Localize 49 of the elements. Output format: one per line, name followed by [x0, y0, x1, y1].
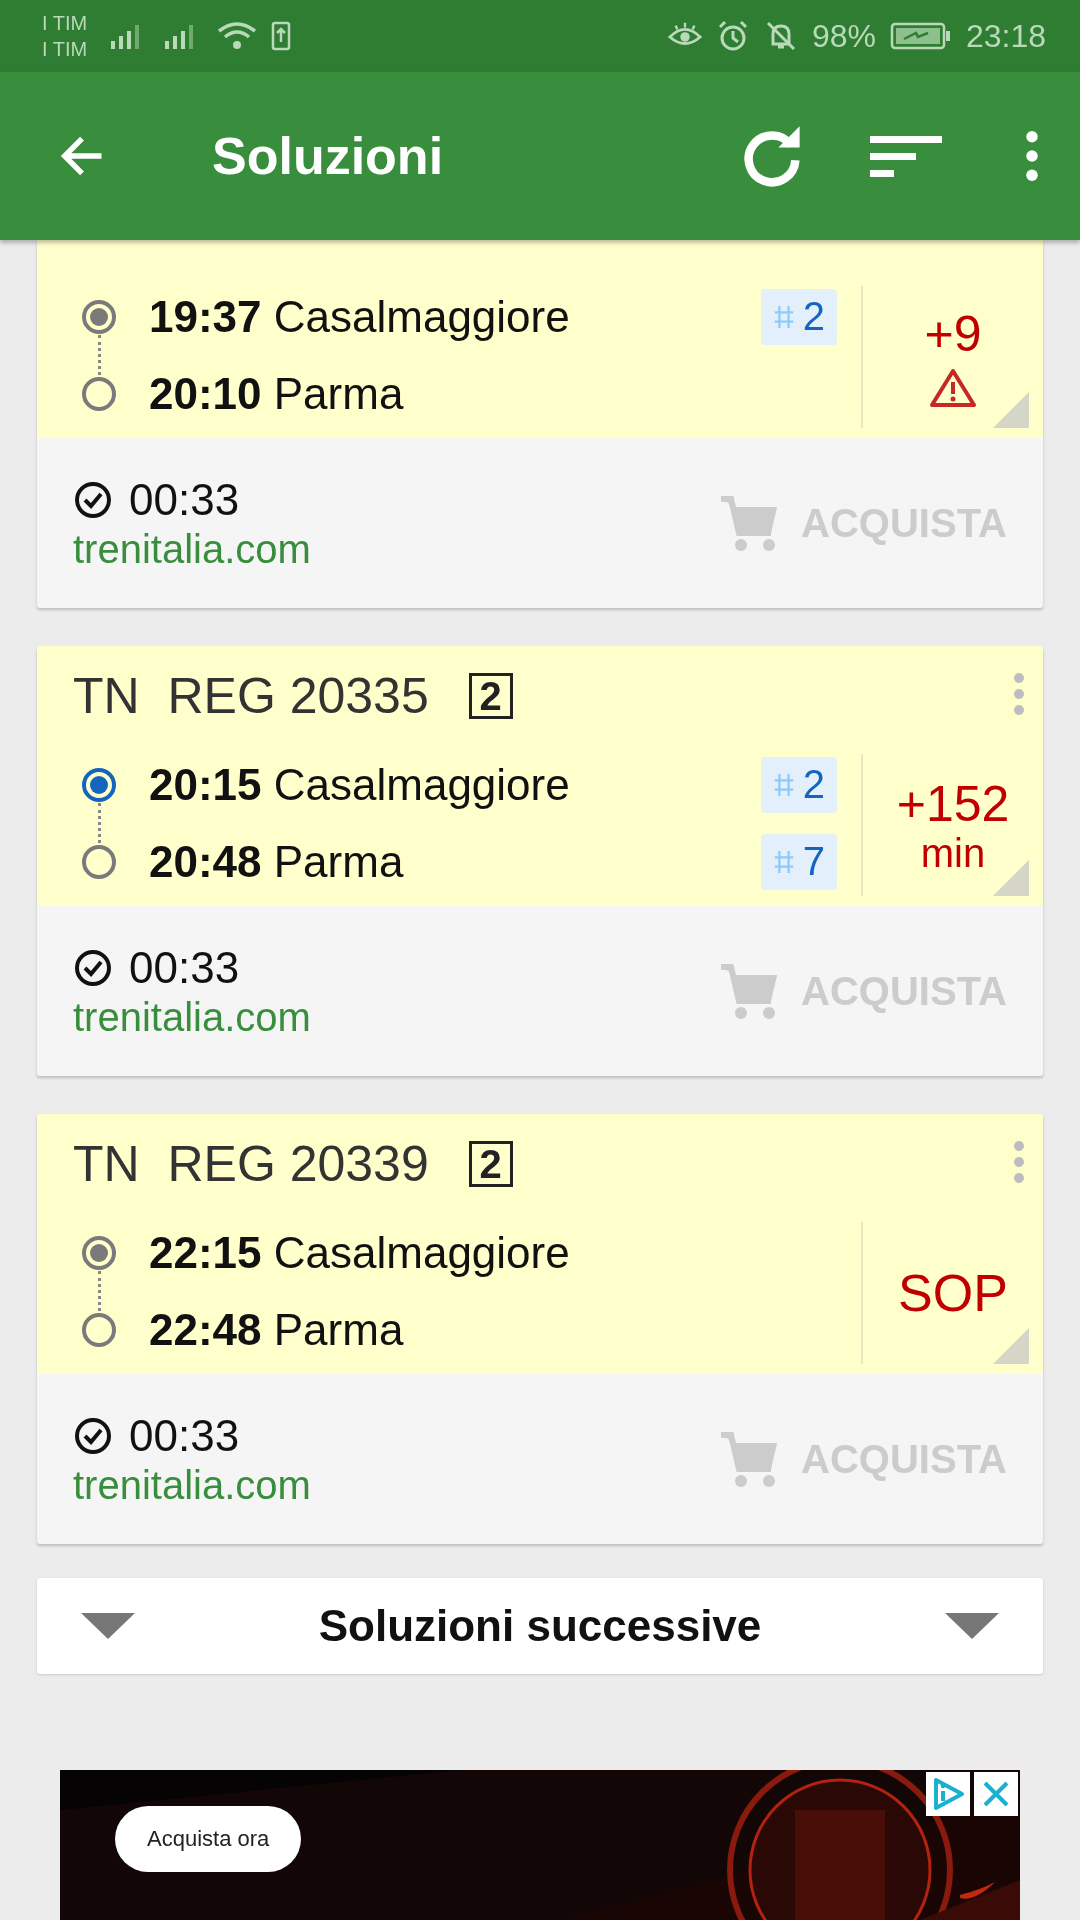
route-line: [98, 334, 101, 375]
more-options-icon[interactable]: [1024, 131, 1040, 181]
carrier-name: I TIM: [42, 37, 88, 62]
delay-value: +9: [924, 306, 982, 362]
class-badge: 2: [468, 1141, 513, 1187]
stop-time-station: 20:15 Casalmaggiore: [149, 759, 571, 810]
next-solutions-button[interactable]: Soluzioni successive: [37, 1578, 1043, 1674]
route-line: [98, 802, 101, 843]
provider-link[interactable]: trenitalia.com: [73, 994, 720, 1040]
train-number: TN REG 20339: [73, 1135, 429, 1193]
platform-number: 2: [802, 294, 825, 339]
stop-time-station: 20:48 Parma: [149, 836, 405, 887]
phone-upload-icon: [271, 20, 292, 52]
platform-number: 2: [802, 762, 825, 807]
warning-icon: [929, 368, 977, 408]
screen-title: Soluzioni: [212, 126, 445, 186]
close-icon[interactable]: [974, 1772, 1018, 1816]
provider-link[interactable]: trenitalia.com: [73, 526, 720, 572]
provider-link[interactable]: trenitalia.com: [73, 1462, 720, 1508]
clock-time: 23:18: [965, 17, 1046, 55]
shop-now-button[interactable]: Acquista ora: [115, 1806, 302, 1872]
caret-down-icon: [81, 1613, 135, 1639]
ad-info-icon[interactable]: [926, 1772, 970, 1816]
caret-down-icon: [945, 1613, 999, 1639]
delay-unit: min: [920, 832, 986, 874]
wifi-icon: [217, 21, 258, 51]
stop-time-station: 19:37 Casalmaggiore: [149, 291, 571, 342]
corner-triangle-icon: [993, 1328, 1029, 1364]
stop-time-station: 20:10 Parma: [149, 368, 405, 419]
corner-triangle-icon: [993, 392, 1029, 428]
travel-duration: 00:33: [129, 942, 240, 993]
platform-number: 7: [802, 839, 825, 884]
class-badge: 2: [468, 673, 513, 719]
battery-charging-icon: [889, 21, 952, 51]
travel-duration: 00:33: [129, 474, 240, 525]
delay-value: SOP: [898, 1265, 1008, 1321]
delay-value: +152: [896, 776, 1010, 832]
route-line: [98, 1270, 101, 1311]
travel-duration: 00:33: [129, 1410, 240, 1461]
battery-percent: 98%: [811, 17, 876, 55]
cart-icon: [719, 1429, 780, 1489]
cart-icon: [719, 961, 780, 1021]
ad-banner[interactable]: Acquista ora: [60, 1770, 1020, 1920]
cart-icon: [719, 493, 780, 553]
corner-triangle-icon: [993, 860, 1029, 896]
train-number: TN REG 20335: [73, 667, 429, 725]
stop-time-station: 22:15 Casalmaggiore: [149, 1227, 571, 1278]
carrier-name: I TIM: [42, 11, 88, 36]
stop-time-station: 22:48 Parma: [149, 1304, 405, 1355]
